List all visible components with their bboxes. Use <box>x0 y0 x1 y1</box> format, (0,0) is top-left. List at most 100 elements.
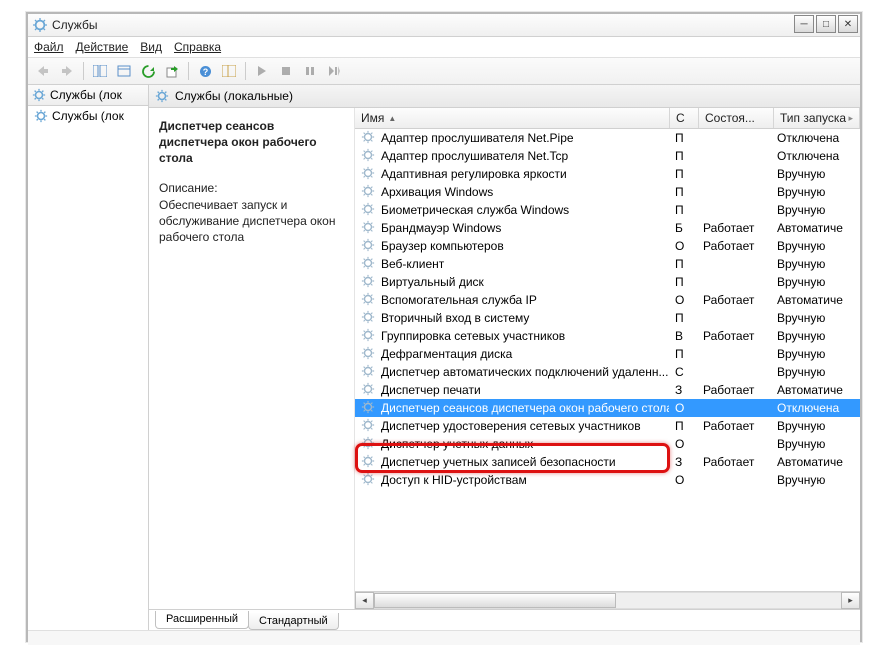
service-startup: Отключена <box>771 131 860 145</box>
service-row[interactable]: Адаптер прослушивателя Net.TcpПОтключена <box>355 147 860 165</box>
service-startup: Вручную <box>771 347 860 361</box>
statusbar <box>28 630 860 645</box>
show-hide-tree-button[interactable] <box>89 60 111 82</box>
service-startup: Отключена <box>771 401 860 415</box>
gear-icon <box>32 88 46 102</box>
service-row[interactable]: Диспетчер сеансов диспетчера окон рабоче… <box>355 399 860 417</box>
menu-action[interactable]: Действие <box>76 40 129 54</box>
service-row[interactable]: Адаптивная регулировка яркостиПВручную <box>355 165 860 183</box>
service-startup: Вручную <box>771 257 860 271</box>
gear-icon <box>361 400 377 416</box>
refresh-button[interactable] <box>137 60 159 82</box>
gear-icon <box>361 346 377 362</box>
gear-icon <box>361 256 377 272</box>
service-desc-col: З <box>669 383 697 397</box>
menu-file[interactable]: Файл <box>34 40 64 54</box>
service-row[interactable]: Диспетчер учетных записей безопасностиЗР… <box>355 453 860 471</box>
service-state: Работает <box>697 329 771 343</box>
horizontal-scrollbar[interactable]: ◂ ▸ <box>355 591 860 609</box>
service-desc-col: П <box>669 311 697 325</box>
service-startup: Автоматиче <box>771 455 860 469</box>
service-state: Работает <box>697 455 771 469</box>
back-button[interactable] <box>32 60 54 82</box>
column-name[interactable]: Имя▲ <box>355 108 670 128</box>
service-startup: Автоматиче <box>771 293 860 307</box>
service-startup: Вручную <box>771 167 860 181</box>
forward-button[interactable] <box>56 60 78 82</box>
service-row[interactable]: Диспетчер учетных данныхОВручную <box>355 435 860 453</box>
service-row[interactable]: Архивация WindowsПВручную <box>355 183 860 201</box>
scroll-right-button[interactable]: ▸ <box>841 592 860 609</box>
show-hide-action-button[interactable] <box>218 60 240 82</box>
service-startup: Автоматиче <box>771 221 860 235</box>
service-row[interactable]: Веб-клиентПВручную <box>355 255 860 273</box>
service-row[interactable]: Дефрагментация диска П Вручную <box>355 345 860 363</box>
service-row[interactable]: Вторичный вход в системуПВручную <box>355 309 860 327</box>
service-desc-col: В <box>669 329 697 343</box>
pause-service-button[interactable] <box>299 60 321 82</box>
stop-service-button[interactable] <box>275 60 297 82</box>
service-startup: Вручную <box>771 311 860 325</box>
close-button[interactable]: ✕ <box>838 15 858 33</box>
column-state[interactable]: Состоя... <box>699 108 774 128</box>
column-desc[interactable]: С <box>670 108 699 128</box>
service-name: Адаптер прослушивателя Net.Pipe <box>381 131 574 145</box>
services-list: Имя▲ С Состоя... Тип запуска▸ Адаптер пр… <box>354 108 860 609</box>
service-row[interactable]: Диспетчер печатиЗРаботаетАвтоматиче <box>355 381 860 399</box>
tree-item-services[interactable]: Службы (лок <box>28 106 148 126</box>
service-row[interactable]: Виртуальный дискПВручную <box>355 273 860 291</box>
titlebar[interactable]: Службы ─ □ ✕ <box>28 14 860 37</box>
service-desc-col: О <box>669 437 697 451</box>
service-row[interactable]: Диспетчер удостоверения сетевых участник… <box>355 417 860 435</box>
help-button[interactable]: ? <box>194 60 216 82</box>
start-service-button[interactable] <box>251 60 273 82</box>
properties-button[interactable] <box>113 60 135 82</box>
maximize-button[interactable]: □ <box>816 15 836 33</box>
menu-help[interactable]: Справка <box>174 40 221 54</box>
service-name: Архивация Windows <box>381 185 493 199</box>
service-row[interactable]: Вспомогательная служба IPОРаботаетАвтома… <box>355 291 860 309</box>
service-desc-col: П <box>669 257 697 271</box>
service-desc-col: П <box>669 347 697 361</box>
service-name: Браузер компьютеров <box>381 239 504 253</box>
service-state: Работает <box>697 221 771 235</box>
service-row[interactable]: Доступ к HID-устройствамОВручную <box>355 471 860 489</box>
minimize-button[interactable]: ─ <box>794 15 814 33</box>
description-label: Описание: <box>159 181 344 195</box>
export-button[interactable] <box>161 60 183 82</box>
gear-icon <box>155 89 169 103</box>
service-desc-col: О <box>669 293 697 307</box>
service-desc-col: О <box>669 401 697 415</box>
tree-header-label: Службы (лок <box>50 88 122 102</box>
service-row[interactable]: Диспетчер автоматических подключений уда… <box>355 363 860 381</box>
gear-icon <box>361 184 377 200</box>
service-row[interactable]: Брандмауэр WindowsБРаботаетАвтоматиче <box>355 219 860 237</box>
service-row[interactable]: Биометрическая служба WindowsПВручную <box>355 201 860 219</box>
column-startup[interactable]: Тип запуска▸ <box>774 108 860 128</box>
gear-icon <box>361 472 377 488</box>
tab-extended[interactable]: Расширенный <box>155 611 249 629</box>
service-name: Виртуальный диск <box>381 275 484 289</box>
service-row[interactable]: Группировка сетевых участниковВРаботаетВ… <box>355 327 860 345</box>
view-tabs: Расширенный Стандартный <box>149 610 860 630</box>
tree-header[interactable]: Службы (лок <box>28 85 148 106</box>
service-startup: Вручную <box>771 239 860 253</box>
service-name: Дефрагментация диска <box>381 347 512 361</box>
service-name: Брандмауэр Windows <box>381 221 501 235</box>
menu-view[interactable]: Вид <box>140 40 162 54</box>
scroll-left-button[interactable]: ◂ <box>355 592 374 609</box>
scroll-track[interactable] <box>374 592 841 609</box>
service-startup: Автоматиче <box>771 383 860 397</box>
scroll-thumb[interactable] <box>374 593 616 608</box>
gear-icon <box>361 130 377 146</box>
gear-icon <box>361 418 377 434</box>
service-row[interactable]: Адаптер прослушивателя Net.PipeПОтключен… <box>355 129 860 147</box>
service-desc-col: З <box>669 455 697 469</box>
service-row[interactable]: Браузер компьютеровОРаботаетВручную <box>355 237 860 255</box>
gear-icon <box>361 220 377 236</box>
service-name: Диспетчер сеансов диспетчера окон рабоче… <box>381 401 669 415</box>
tab-standard[interactable]: Стандартный <box>248 613 339 630</box>
restart-service-button[interactable] <box>323 60 345 82</box>
service-name: Вспомогательная служба IP <box>381 293 537 307</box>
gear-icon <box>361 292 377 308</box>
